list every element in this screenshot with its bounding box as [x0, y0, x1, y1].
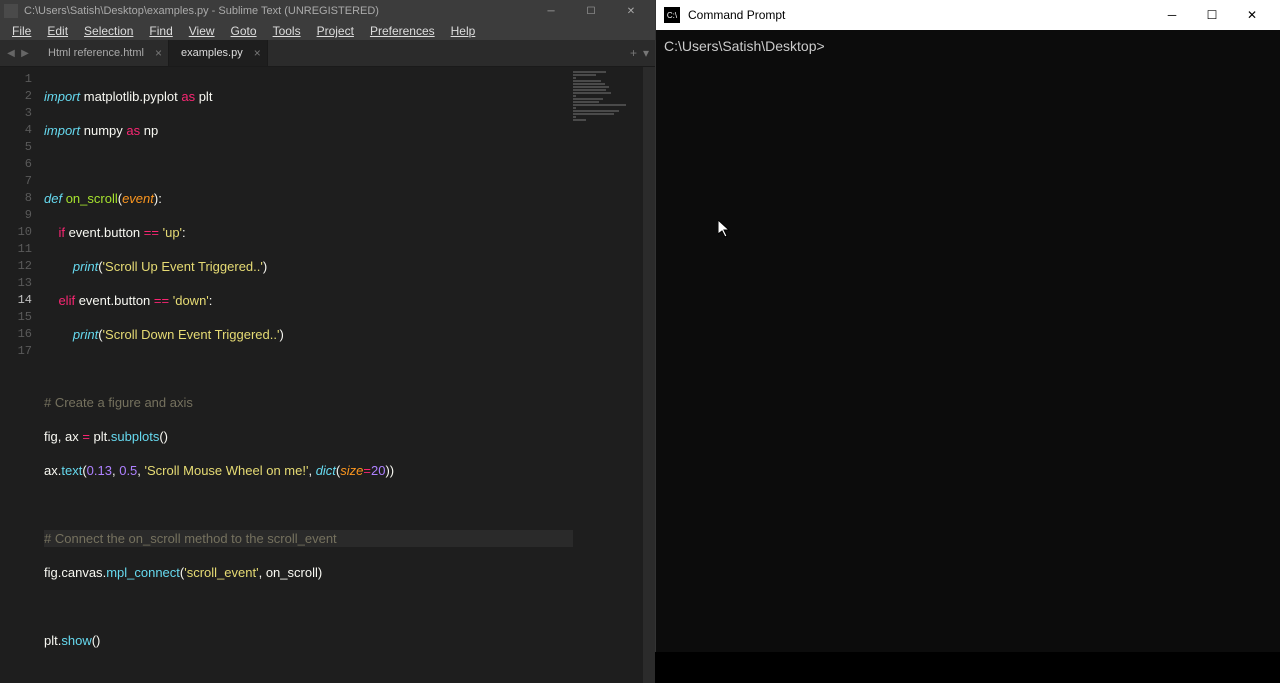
tab-dropdown-button[interactable]: ▾ — [643, 46, 649, 60]
menu-find[interactable]: Find — [141, 22, 180, 40]
minimize-button[interactable]: ─ — [531, 0, 571, 22]
tab-examples-py[interactable]: examples.py × — [169, 40, 268, 66]
menu-goto[interactable]: Goto — [223, 22, 265, 40]
tabbar: ◀ ▶ Html reference.html × examples.py × … — [0, 40, 655, 67]
code-editor[interactable]: import matplotlib.pyplot as plt import n… — [44, 67, 573, 683]
menu-file[interactable]: File — [4, 22, 39, 40]
cmd-close-button[interactable]: ✕ — [1232, 1, 1272, 29]
cmd-app-icon: C:\ — [664, 7, 680, 23]
sublime-title: C:\Users\Satish\Desktop\examples.py - Su… — [24, 5, 531, 17]
menubar: File Edit Selection Find View Goto Tools… — [0, 22, 655, 40]
tab-nav-fwd[interactable]: ▶ — [18, 43, 32, 63]
sublime-app-icon — [4, 4, 18, 18]
vertical-scrollbar[interactable] — [643, 67, 655, 683]
cmd-title: Command Prompt — [688, 8, 1152, 22]
menu-help[interactable]: Help — [443, 22, 484, 40]
new-tab-button[interactable]: + — [630, 46, 637, 60]
menu-edit[interactable]: Edit — [39, 22, 76, 40]
sublime-titlebar[interactable]: C:\Users\Satish\Desktop\examples.py - Su… — [0, 0, 655, 22]
tab-close-icon[interactable]: × — [155, 46, 162, 60]
minimap[interactable] — [573, 67, 643, 683]
menu-tools[interactable]: Tools — [265, 22, 309, 40]
menu-view[interactable]: View — [181, 22, 223, 40]
cmd-window: C:\ Command Prompt ─ ☐ ✕ C:\Users\Satish… — [655, 0, 1280, 652]
cmd-minimize-button[interactable]: ─ — [1152, 1, 1192, 29]
cmd-titlebar[interactable]: C:\ Command Prompt ─ ☐ ✕ — [656, 0, 1280, 30]
menu-project[interactable]: Project — [309, 22, 362, 40]
editor-area: 1234 5678 9101112 13141516 17 import mat… — [0, 67, 655, 683]
cmd-maximize-button[interactable]: ☐ — [1192, 1, 1232, 29]
tab-html-reference[interactable]: Html reference.html × — [36, 40, 169, 66]
sublime-window: C:\Users\Satish\Desktop\examples.py - Su… — [0, 0, 655, 652]
gutter[interactable]: 1234 5678 9101112 13141516 17 — [0, 67, 44, 683]
cmd-prompt: C:\Users\Satish\Desktop> — [664, 38, 825, 54]
maximize-button[interactable]: ☐ — [571, 0, 611, 22]
tab-nav-back[interactable]: ◀ — [4, 43, 18, 63]
cmd-terminal[interactable]: C:\Users\Satish\Desktop> — [656, 30, 1280, 652]
menu-preferences[interactable]: Preferences — [362, 22, 443, 40]
tab-close-icon[interactable]: × — [254, 46, 261, 60]
menu-selection[interactable]: Selection — [76, 22, 141, 40]
close-button[interactable]: ✕ — [611, 0, 651, 22]
